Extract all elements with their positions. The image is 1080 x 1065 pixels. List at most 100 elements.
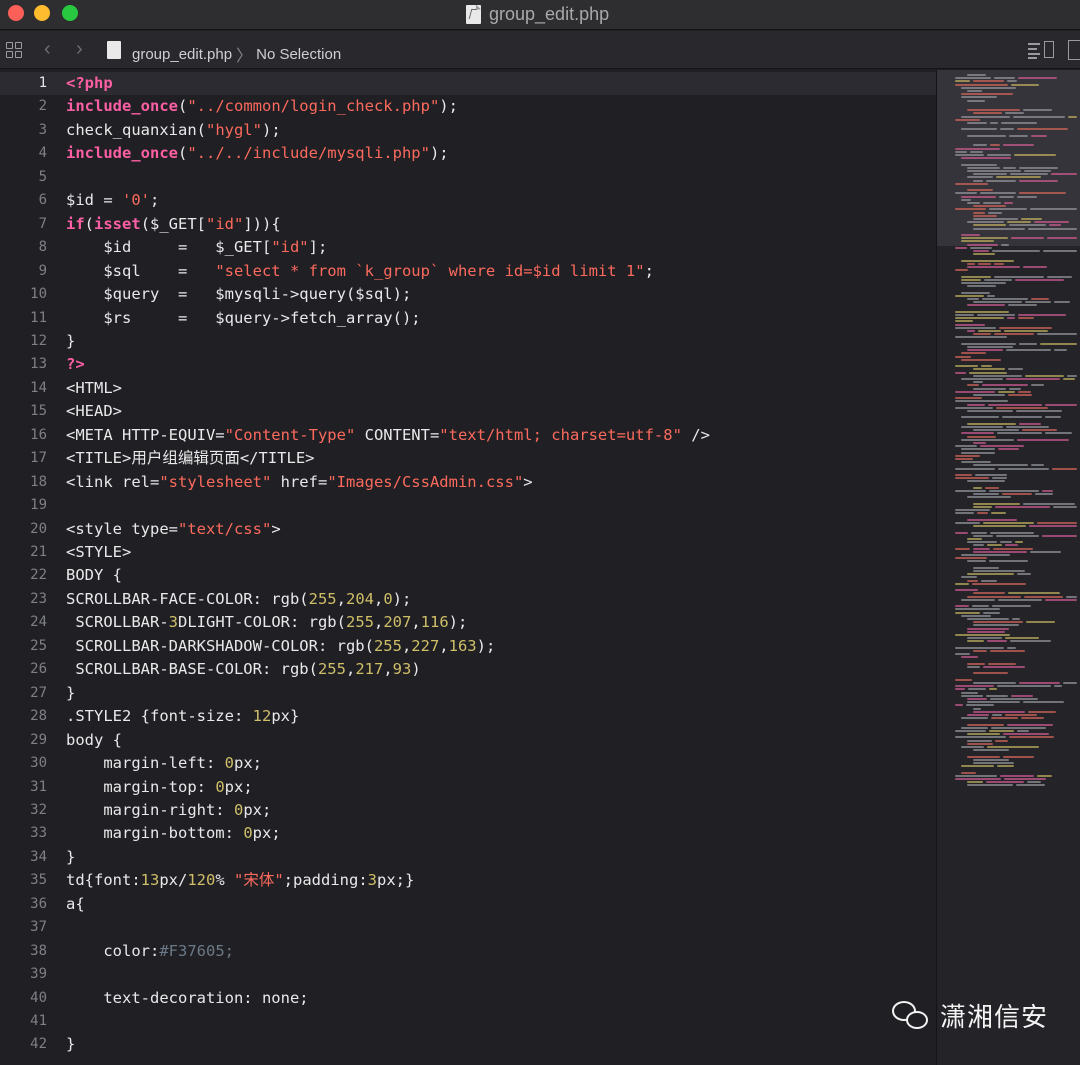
minimap-stroke <box>955 397 982 400</box>
code-line[interactable]: <style type="text/css"> <box>66 518 281 541</box>
code-line[interactable]: <STYLE> <box>66 541 131 564</box>
minimap-stroke <box>998 598 1042 601</box>
minimap-stroke <box>1009 134 1028 137</box>
code-line[interactable]: margin-right: 0px; <box>66 799 271 822</box>
minimap-stroke <box>998 467 1049 470</box>
code-line[interactable]: <HEAD> <box>66 400 122 423</box>
code-line[interactable]: $sql = "select * from `k_group` where id… <box>66 260 654 283</box>
minimap-stroke <box>961 432 994 435</box>
minimap-stroke <box>961 717 988 720</box>
minimap-stroke <box>978 262 991 265</box>
code-token: ); <box>439 97 458 116</box>
code-line[interactable]: <META HTTP-EQUIV="Content-Type" CONTENT=… <box>66 424 710 447</box>
code-line[interactable]: body { <box>66 729 122 752</box>
minimap-stroke <box>1007 317 1015 320</box>
code-line[interactable]: check_quanxian("hygl"); <box>66 119 281 142</box>
minimap-stroke <box>998 448 1019 451</box>
code-line[interactable]: color:#F37605; <box>66 940 234 963</box>
code-line[interactable]: SCROLLBAR-FACE-COLOR: rgb(255,204,0); <box>66 588 411 611</box>
code-line[interactable]: a{ <box>66 893 85 916</box>
minimap-stroke <box>967 595 1021 598</box>
code-line[interactable]: $id = '0'; <box>66 189 159 212</box>
minimap-stroke <box>973 749 1009 752</box>
code-token: $rs = $query->fetch_array(); <box>66 308 421 327</box>
minimap-stroke <box>961 614 991 617</box>
code-line[interactable]: } <box>66 846 75 869</box>
minimap-stroke <box>955 326 996 329</box>
chevron-right-icon[interactable]: › <box>76 39 83 59</box>
split-editor-icon[interactable] <box>1068 40 1080 60</box>
zoom-window-button[interactable] <box>62 5 78 21</box>
code-line[interactable]: include_once("../common/login_check.php"… <box>66 95 458 118</box>
minimap-stroke <box>973 624 1019 627</box>
minimap-stroke <box>1011 83 1039 86</box>
minimap-stroke <box>1003 733 1049 736</box>
code-line[interactable]: BODY { <box>66 564 122 587</box>
code-line[interactable]: include_once("../../include/mysqli.php")… <box>66 142 449 165</box>
close-window-button[interactable] <box>8 5 24 21</box>
code-token: 217 <box>355 660 384 679</box>
code-token: "stylesheet" <box>159 472 272 491</box>
chevron-left-icon[interactable]: ‹ <box>44 39 51 59</box>
code-token: 0 <box>383 589 393 608</box>
code-line[interactable]: <HTML> <box>66 377 122 400</box>
code-editor[interactable]: 1 2 3 4 5 6 7 8 9 10 11 12 13 14 15 16 17 18 19 20 21 22 23 24 2… <box>0 70 936 1065</box>
editor-options-icon[interactable] <box>1028 40 1054 60</box>
minimap-stroke <box>955 582 969 585</box>
code-token: px; <box>252 824 281 843</box>
related-items-grid-icon[interactable] <box>6 42 22 58</box>
code-line[interactable]: text-decoration: none; <box>66 987 308 1010</box>
code-line[interactable]: $rs = $query->fetch_array(); <box>66 307 421 330</box>
code-line[interactable]: margin-left: 0px; <box>66 752 262 775</box>
minimap-stroke <box>1003 166 1016 169</box>
code-line[interactable]: <TITLE>用户组编辑页面</TITLE> <box>66 447 314 470</box>
line-number: 31 <box>30 778 47 795</box>
code-line[interactable]: } <box>66 1033 75 1056</box>
breadcrumb-selection[interactable]: No Selection <box>256 46 341 63</box>
minimap-stroke <box>967 618 1009 620</box>
minimap-stroke <box>973 707 981 710</box>
minimap-stroke <box>961 275 991 278</box>
code-token: 163 <box>448 636 477 655</box>
code-line[interactable]: <?php <box>66 72 113 95</box>
line-number: 33 <box>30 825 47 842</box>
code-line[interactable]: $id = $_GET["id"]; <box>66 236 327 259</box>
code-line[interactable]: } <box>66 682 75 705</box>
code-line[interactable]: $query = $mysqli->query($sql); <box>66 283 411 306</box>
code-line[interactable]: td{font:13px/120% "宋体";padding:3px;} <box>66 869 414 892</box>
line-number: 40 <box>30 989 47 1006</box>
code-token: include_once <box>66 97 178 116</box>
code-line[interactable]: SCROLLBAR-DARKSHADOW-COLOR: rgb(255,227,… <box>66 635 495 658</box>
minimap-stroke <box>1054 301 1070 304</box>
code-line[interactable]: .STYLE2 {font-size: 12px} <box>66 705 299 728</box>
code-line[interactable]: margin-top: 0px; <box>66 776 252 799</box>
code-token: href= <box>271 472 328 491</box>
code-token: > <box>523 472 533 491</box>
minimap-stroke <box>955 154 984 156</box>
minimap-stroke <box>973 173 1007 176</box>
breadcrumb: group_edit.php 〉 No Selection <box>132 42 341 66</box>
code-token: } <box>66 331 76 350</box>
line-number: 23 <box>30 590 47 607</box>
minimap-stroke <box>967 742 993 745</box>
line-number: 26 <box>30 661 47 678</box>
code-line[interactable]: } <box>66 330 75 353</box>
code-line[interactable]: if(isset($_GET["id"])){ <box>66 213 281 236</box>
breadcrumb-file[interactable]: group_edit.php <box>132 46 232 63</box>
code-line[interactable]: margin-bottom: 0px; <box>66 822 281 845</box>
code-line[interactable]: ?> <box>66 353 85 376</box>
minimap-stroke <box>967 422 1016 425</box>
minimap-stroke <box>1054 349 1067 352</box>
code-line[interactable]: SCROLLBAR-BASE-COLOR: rgb(255,217,93) <box>66 658 420 681</box>
minimap-stroke <box>961 378 1003 380</box>
minimap-stroke <box>961 461 991 464</box>
minimap-stroke <box>955 557 987 560</box>
code-minimap[interactable] <box>936 70 1080 1065</box>
code-token: include_once <box>66 144 178 163</box>
minimap-stroke <box>967 573 1014 576</box>
minimap-stroke <box>955 406 993 409</box>
code-line[interactable]: <link rel="stylesheet" href="Images/CssA… <box>66 471 533 494</box>
minimap-stroke <box>955 458 973 460</box>
minimize-window-button[interactable] <box>34 5 50 21</box>
code-line[interactable]: SCROLLBAR-3DLIGHT-COLOR: rgb(255,207,116… <box>66 611 467 634</box>
